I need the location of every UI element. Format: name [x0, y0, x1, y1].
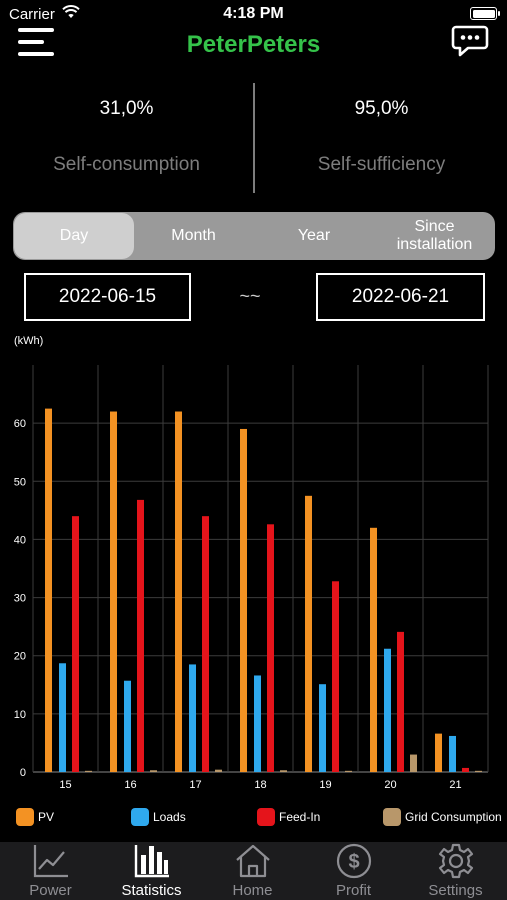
start-date-field[interactable]: 2022-06-15 — [24, 273, 191, 321]
bar-grid-consumption — [215, 769, 222, 772]
summary-panel: 31,0% Self-consumption 95,0% Self-suffic… — [0, 80, 507, 195]
tab-year[interactable]: Year — [254, 212, 374, 260]
bar-pv — [305, 495, 312, 772]
bar-pv — [175, 411, 182, 772]
x-tick-label: 16 — [124, 779, 136, 791]
nav-header: PeterPeters — [0, 22, 507, 68]
x-tick-label: 19 — [319, 779, 331, 791]
gear-icon — [438, 843, 473, 879]
bar-loads — [384, 648, 391, 772]
y-tick-label: 60 — [14, 418, 26, 430]
bar-pv — [435, 733, 442, 772]
legend-swatch — [131, 808, 149, 826]
x-tick-label: 21 — [449, 779, 461, 791]
bar-loads — [254, 675, 261, 772]
bar-loads — [59, 663, 66, 772]
self-sufficiency-label: Self-sufficiency — [317, 154, 446, 175]
tab-power-label: Power — [29, 882, 72, 899]
y-tick-label: 20 — [14, 651, 26, 663]
y-tick-label: 50 — [14, 476, 26, 488]
tab-statistics-label: Statistics — [121, 882, 182, 899]
self-consumption-stat: 31,0% Self-consumption — [0, 80, 253, 195]
bar-loads — [319, 684, 326, 772]
line-chart-icon — [33, 845, 68, 878]
tab-home[interactable]: Home — [202, 842, 303, 900]
x-tick-label: 20 — [384, 779, 396, 791]
bar-feed-in — [137, 499, 144, 772]
tab-since-installation[interactable]: Since installation — [374, 212, 495, 260]
legend-item: Loads — [131, 800, 186, 834]
bar-feed-in — [397, 631, 404, 772]
legend-swatch — [257, 808, 275, 826]
legend-item: Feed-In — [257, 800, 320, 834]
legend-label: PV — [38, 809, 55, 824]
tab-settings[interactable]: Settings — [404, 842, 507, 900]
legend-item: Grid Consumption — [383, 800, 505, 834]
legend-label: Feed-In — [279, 809, 321, 824]
bar-feed-in — [267, 524, 274, 772]
date-separator: ~~ — [239, 286, 261, 306]
tab-power[interactable]: Power — [0, 842, 101, 900]
y-axis-unit-label: (kWh) — [14, 335, 43, 347]
tab-bar: Power Statistics Home $ Profit Settings — [0, 842, 507, 900]
chart-legend: PV Loads Feed-In Grid Consumption — [0, 800, 507, 834]
y-tick-label: 40 — [14, 534, 26, 546]
x-tick-label: 15 — [59, 779, 71, 791]
tab-month[interactable]: Month — [133, 212, 254, 260]
bar-pv — [370, 527, 377, 772]
dollar-circle-icon: $ — [336, 843, 371, 879]
y-tick-label: 30 — [14, 593, 26, 605]
bar-feed-in — [462, 767, 469, 772]
y-tick-label: 10 — [14, 709, 26, 721]
house-icon — [235, 844, 270, 878]
end-date-field[interactable]: 2022-06-21 — [316, 273, 485, 321]
tab-statistics[interactable]: Statistics — [101, 842, 202, 900]
legend-label: Grid Consumption — [405, 809, 502, 824]
self-sufficiency-value: 95,0% — [354, 98, 409, 119]
y-tick-label: 0 — [20, 767, 26, 779]
bar-chart-icon — [134, 845, 169, 878]
legend-swatch — [383, 808, 401, 826]
svg-text:$: $ — [348, 851, 359, 873]
x-tick-label: 17 — [189, 779, 201, 791]
energy-bar-chart: (kWh) 0 10 20 30 40 50 60 15 16 17 18 19 20 21 — [14, 335, 489, 791]
legend-swatch — [16, 808, 34, 826]
bar-feed-in — [332, 581, 339, 772]
bar-grid-consumption — [475, 770, 482, 772]
tab-home-label: Home — [232, 882, 273, 899]
bar-grid-consumption — [410, 754, 417, 772]
period-segmented-control: Day Month Year Since installation — [13, 212, 495, 260]
tab-settings-label: Settings — [428, 882, 483, 899]
bar-loads — [124, 680, 131, 772]
self-sufficiency-stat: 95,0% Self-sufficiency — [255, 80, 507, 195]
tab-profit[interactable]: $ Profit — [303, 842, 404, 900]
bar-pv — [240, 428, 247, 772]
clock: 4:18 PM — [223, 5, 284, 22]
bar-grid-consumption — [150, 770, 157, 772]
bar-grid-consumption — [85, 770, 92, 772]
battery-icon — [470, 7, 500, 20]
self-consumption-label: Self-consumption — [53, 154, 200, 175]
chat-bubble-icon[interactable] — [451, 24, 489, 58]
bar-loads — [449, 735, 456, 772]
bar-pv — [110, 411, 117, 772]
bar-feed-in — [202, 516, 209, 772]
bar-grid-consumption — [280, 770, 287, 772]
tab-day[interactable]: Day — [14, 213, 134, 259]
bar-feed-in — [72, 516, 79, 772]
app-title: PeterPeters — [186, 31, 321, 58]
bar-loads — [189, 664, 196, 772]
bar-grid-consumption — [345, 770, 352, 772]
bar-pv — [45, 408, 52, 772]
self-consumption-value: 31,0% — [99, 98, 154, 119]
legend-label: Loads — [153, 809, 186, 824]
x-tick-label: 18 — [254, 779, 266, 791]
tab-profit-label: Profit — [335, 882, 371, 899]
legend-item: PV — [16, 800, 54, 834]
